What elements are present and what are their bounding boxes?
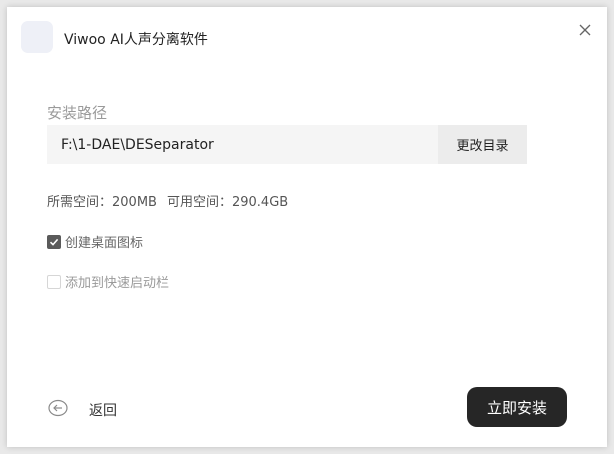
back-arrow-icon[interactable] <box>48 399 68 417</box>
quick-launch-label: 添加到快速启动栏 <box>65 276 170 291</box>
app-logo <box>21 21 53 53</box>
install-path-label: 安装路径 <box>47 104 108 122</box>
desktop-shortcut-label: 创建桌面图标 <box>65 236 144 251</box>
available-space-value: 290.4GB <box>231 195 289 210</box>
option-desktop-shortcut[interactable]: 创建桌面图标 <box>47 232 143 251</box>
option-quick-launch[interactable]: 添加到快速启动栏 <box>47 272 169 291</box>
install-path-field[interactable]: F:\1-DAE\DESeparator <box>47 125 438 164</box>
desktop-shortcut-checkbox[interactable] <box>47 234 61 249</box>
change-directory-button[interactable]: 更改目录 <box>438 125 527 164</box>
close-button[interactable] <box>576 21 594 39</box>
required-space-label: 所需空间： <box>47 195 113 210</box>
app-title: Viwoo AI人声分离软件 <box>64 32 208 48</box>
quick-launch-checkbox[interactable] <box>47 274 61 289</box>
install-now-button[interactable]: 立即安装 <box>467 387 567 427</box>
title-bar: Viwoo AI人声分离软件 <box>7 7 607 67</box>
waveform-icon <box>25 26 48 48</box>
required-space-value: 200MB <box>112 195 157 210</box>
installer-window: Viwoo AI人声分离软件 安装路径 F:\1-DAE\DESeparator… <box>7 7 607 447</box>
back-button[interactable]: 返回 <box>89 400 117 420</box>
close-icon <box>579 24 591 36</box>
space-info: 所需空间：200MB 可用空间：290.4GB <box>47 191 288 210</box>
available-space-label: 可用空间： <box>166 195 232 210</box>
checkmark-icon <box>49 238 59 246</box>
